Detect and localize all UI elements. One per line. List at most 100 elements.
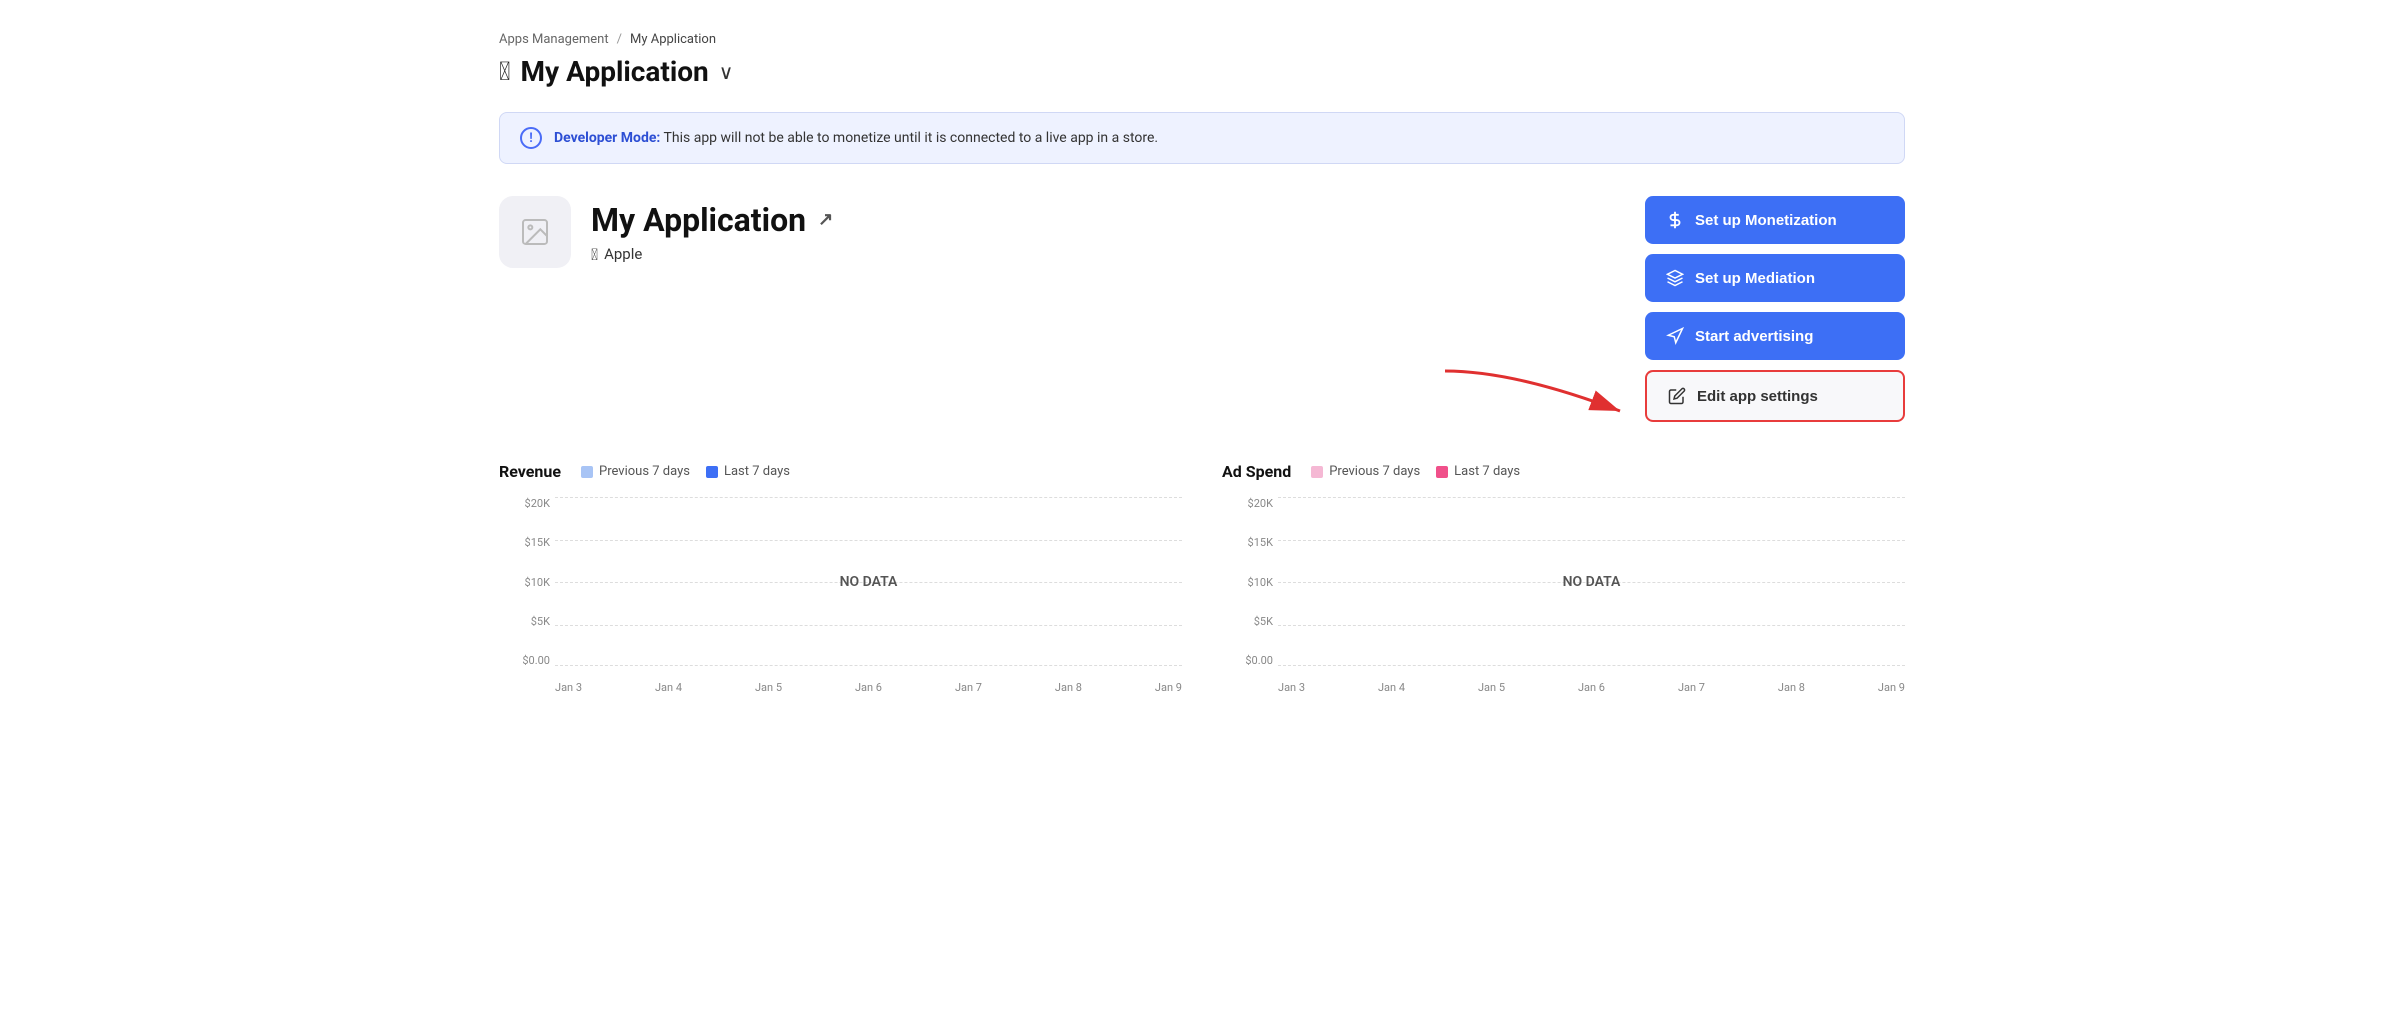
ad-x-jan9: Jan 9: [1878, 681, 1905, 694]
edit-settings-label: Edit app settings: [1697, 388, 1818, 405]
red-arrow-svg: [1435, 361, 1635, 441]
developer-mode-banner: ! Developer Mode: This app will not be a…: [499, 112, 1905, 164]
edit-svg: [1668, 387, 1686, 405]
grid-line-3: [555, 625, 1182, 626]
ad-grid-line-top: [1278, 497, 1905, 498]
ad-spend-prev-label: Previous 7 days: [1329, 464, 1420, 479]
info-icon: !: [520, 127, 542, 149]
revenue-chart-header: Revenue Previous 7 days Last 7 days: [499, 462, 1182, 481]
ad-spend-chart-area: $20K $15K $10K $5K $0.00 NO DATA Jan 3: [1222, 497, 1905, 697]
y-label-2: $10K: [525, 576, 550, 589]
x-jan8: Jan 8: [1055, 681, 1082, 694]
revenue-chart-title: Revenue: [499, 462, 561, 481]
app-header: My Application ↗  Apple: [499, 196, 1905, 422]
start-advertising-button[interactable]: Start advertising: [1645, 312, 1905, 360]
layers-svg: [1666, 269, 1684, 287]
app-name-heading: My Application ↗: [591, 201, 833, 239]
grid-line-top: [555, 497, 1182, 498]
app-details: My Application ↗  Apple: [591, 201, 833, 264]
ad-spend-chart-title: Ad Spend: [1222, 462, 1291, 481]
ad-spend-legend-last: Last 7 days: [1436, 464, 1520, 479]
ad-spend-y-labels: $20K $15K $10K $5K $0.00: [1223, 497, 1273, 667]
revenue-legend-last: Last 7 days: [706, 464, 790, 479]
ad-x-jan6: Jan 6: [1578, 681, 1605, 694]
monetization-label: Set up Monetization: [1695, 212, 1837, 229]
charts-section: Revenue Previous 7 days Last 7 days $20K…: [499, 462, 1905, 697]
ad-x-jan7: Jan 7: [1678, 681, 1705, 694]
annotation-arrow: [1435, 361, 1635, 445]
y-label-0: $20K: [525, 497, 550, 510]
ad-spend-chart: Ad Spend Previous 7 days Last 7 days $20…: [1222, 462, 1905, 697]
grid-line-1: [555, 540, 1182, 541]
external-link-icon[interactable]: ↗: [818, 209, 833, 230]
revenue-x-labels: Jan 3 Jan 4 Jan 5 Jan 6 Jan 7 Jan 8 Jan …: [555, 677, 1182, 697]
ad-spend-prev-dot: [1311, 466, 1323, 478]
revenue-legend-previous: Previous 7 days: [581, 464, 690, 479]
revenue-grid: NO DATA: [555, 497, 1182, 667]
ad-x-jan4: Jan 4: [1378, 681, 1405, 694]
x-jan9: Jan 9: [1155, 681, 1182, 694]
page-title: My Application: [521, 55, 709, 88]
breadcrumb-current: My Application: [630, 32, 716, 47]
layers-icon: [1665, 268, 1685, 288]
ad-spend-last-label: Last 7 days: [1454, 464, 1520, 479]
setup-mediation-button[interactable]: Set up Mediation: [1645, 254, 1905, 302]
ad-spend-x-labels: Jan 3 Jan 4 Jan 5 Jan 6 Jan 7 Jan 8 Jan …: [1278, 677, 1905, 697]
ad-grid-line-bottom: [1278, 665, 1905, 666]
ad-grid-line-1: [1278, 540, 1905, 541]
page-title-row:  My Application ∨: [499, 55, 1905, 88]
action-area: Set up Monetization Set up Mediation: [1645, 196, 1905, 422]
revenue-y-labels: $20K $15K $10K $5K $0.00: [500, 497, 550, 667]
image-icon: [519, 216, 551, 248]
y-label-4: $0.00: [522, 654, 550, 667]
app-name-text: My Application: [591, 201, 806, 239]
revenue-chart-area: $20K $15K $10K $5K $0.00 NO DATA Jan 3: [499, 497, 1182, 697]
ad-x-jan8: Jan 8: [1778, 681, 1805, 694]
setup-monetization-button[interactable]: Set up Monetization: [1645, 196, 1905, 244]
chevron-down-icon[interactable]: ∨: [719, 60, 734, 84]
apple-platform-icon: : [591, 245, 598, 264]
megaphone-icon: [1665, 326, 1685, 346]
mediation-label: Set up Mediation: [1695, 270, 1815, 287]
revenue-prev-label: Previous 7 days: [599, 464, 690, 479]
dollar-icon: [1665, 210, 1685, 230]
breadcrumb-parent[interactable]: Apps Management: [499, 32, 609, 47]
banner-normal: This app will not be able to monetize un…: [664, 130, 1159, 146]
ad-spend-last-dot: [1436, 466, 1448, 478]
revenue-prev-dot: [581, 466, 593, 478]
revenue-chart-legend: Previous 7 days Last 7 days: [581, 464, 790, 479]
ad-grid-line-3: [1278, 625, 1905, 626]
ad-y-label-1: $15K: [1248, 536, 1273, 549]
x-jan4: Jan 4: [655, 681, 682, 694]
dollar-sign-svg: [1666, 211, 1684, 229]
ad-spend-grid: NO DATA: [1278, 497, 1905, 667]
ad-spend-legend-previous: Previous 7 days: [1311, 464, 1420, 479]
app-icon: [499, 196, 571, 268]
breadcrumb-separator: /: [617, 32, 622, 47]
ad-y-label-3: $5K: [1254, 615, 1273, 628]
y-label-3: $5K: [531, 615, 550, 628]
ad-spend-chart-legend: Previous 7 days Last 7 days: [1311, 464, 1520, 479]
ad-y-label-2: $10K: [1248, 576, 1273, 589]
ad-y-label-0: $20K: [1248, 497, 1273, 510]
x-jan5: Jan 5: [755, 681, 782, 694]
revenue-chart: Revenue Previous 7 days Last 7 days $20K…: [499, 462, 1182, 697]
ad-x-jan5: Jan 5: [1478, 681, 1505, 694]
x-jan7: Jan 7: [955, 681, 982, 694]
banner-text: Developer Mode: This app will not be abl…: [554, 130, 1158, 146]
page-container: Apps Management / My Application  My Ap…: [451, 0, 1953, 729]
ad-spend-chart-header: Ad Spend Previous 7 days Last 7 days: [1222, 462, 1905, 481]
grid-line-bottom: [555, 665, 1182, 666]
ad-spend-no-data: NO DATA: [1563, 574, 1621, 590]
megaphone-svg: [1666, 327, 1684, 345]
app-platform:  Apple: [591, 245, 833, 264]
ad-y-label-4: $0.00: [1245, 654, 1273, 667]
edit-app-settings-button[interactable]: Edit app settings: [1645, 370, 1905, 422]
edit-icon: [1667, 386, 1687, 406]
breadcrumb: Apps Management / My Application: [499, 32, 1905, 47]
action-buttons: Set up Monetization Set up Mediation: [1645, 196, 1905, 422]
platform-label: Apple: [604, 245, 642, 263]
banner-bold: Developer Mode:: [554, 130, 660, 146]
advertising-label: Start advertising: [1695, 328, 1813, 345]
revenue-last-dot: [706, 466, 718, 478]
